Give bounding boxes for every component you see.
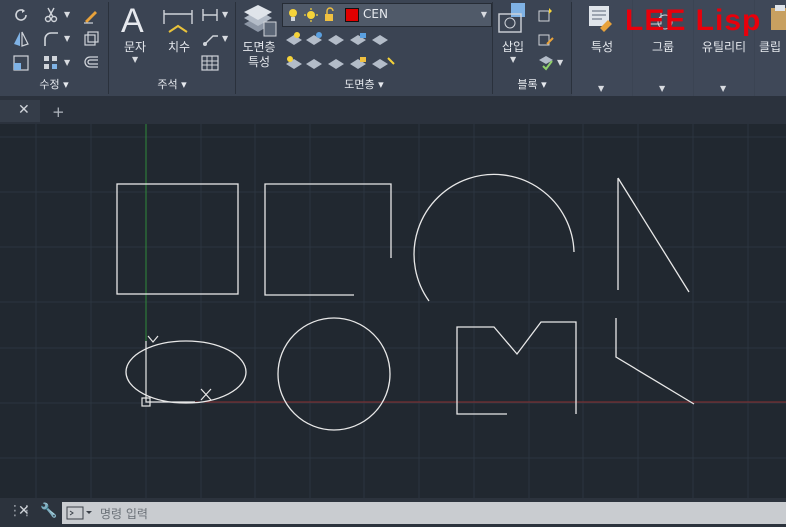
command-input[interactable]: [62, 502, 786, 524]
triangle-lines-shape[interactable]: [617, 177, 690, 293]
layer-combo-arrow[interactable]: ▼: [481, 10, 487, 19]
corner-lines-shape[interactable]: [615, 318, 695, 405]
rotate-icon[interactable]: [12, 6, 30, 24]
ellipse-shape[interactable]: [125, 340, 247, 404]
insert-label[interactable]: 삽입: [493, 38, 533, 55]
annotation-panel-label: 주석: [157, 78, 178, 91]
command-placeholder: 명령 입력: [100, 507, 148, 521]
trim-dropdown[interactable]: ▼: [64, 10, 70, 19]
modify-panel-label: 수정: [39, 78, 60, 91]
insert-dropdown[interactable]: ▼: [510, 55, 516, 64]
drawing-tab[interactable]: ✕: [0, 100, 40, 122]
clipboard-icon: [771, 5, 786, 30]
close-tab-icon[interactable]: ✕: [18, 102, 30, 118]
scale-icon[interactable]: [12, 54, 30, 72]
insert-block-icon[interactable]: [497, 2, 533, 36]
create-block-icon[interactable]: [537, 6, 555, 24]
fillet-icon[interactable]: [42, 30, 60, 48]
layer-properties-line2: 특성: [247, 55, 271, 69]
arc-shape[interactable]: [413, 173, 575, 302]
leader-dropdown[interactable]: ▼: [222, 34, 228, 43]
layers-panel-label: 도면층: [344, 78, 375, 91]
clipboard-label: 클립: [759, 40, 782, 54]
customize-wrench-icon[interactable]: 🔧: [40, 503, 57, 519]
edit-attribute-icon[interactable]: [537, 54, 555, 72]
modify-panel: ▼ ▼ ▼ 수정 ▾: [0, 0, 108, 96]
utilities-expand-arrow[interactable]: ▼: [720, 84, 726, 93]
layer-properties-line1: 도면층: [242, 40, 276, 54]
text-tool-label[interactable]: 문자: [115, 38, 155, 55]
layers-panel: 도면층 특성 CEN ▼ 도면층 ▾: [236, 0, 492, 96]
linear-dimension-icon[interactable]: [201, 6, 219, 24]
group-expand-arrow[interactable]: ▼: [659, 84, 665, 93]
utilities-label: 유틸리티: [701, 40, 747, 54]
notched-shape[interactable]: [456, 321, 577, 415]
erase-icon[interactable]: [82, 6, 100, 24]
drawing-viewport[interactable]: [0, 124, 786, 498]
drawing-canvas[interactable]: [0, 124, 786, 498]
explode-icon[interactable]: [82, 30, 100, 48]
trim-icon[interactable]: [42, 6, 60, 24]
text-dropdown[interactable]: ▼: [132, 55, 138, 64]
properties-expand-arrow[interactable]: ▼: [598, 84, 604, 93]
mirror-icon[interactable]: [12, 30, 30, 48]
layers-panel-title[interactable]: 도면층 ▾: [236, 76, 492, 94]
square-shape[interactable]: [116, 183, 239, 295]
open-rectangle-shape[interactable]: [264, 183, 392, 296]
new-tab-plus-icon[interactable]: +: [52, 103, 65, 121]
layer-color-swatch: [345, 8, 359, 22]
fillet-dropdown[interactable]: ▼: [64, 34, 70, 43]
properties-label: 특성: [590, 40, 614, 54]
block-panel: 삽입 ▼ ▼ 블록 ▾: [493, 0, 571, 96]
layer-properties-icon[interactable]: [242, 4, 278, 38]
layer-state-icons: [289, 7, 334, 22]
block-panel-title[interactable]: 블록 ▾: [493, 76, 571, 94]
layer-tools-row1-icons[interactable]: [284, 30, 404, 46]
annotation-panel: A 문자 ▼ 치수 ▼ ▼ 주석 ▾: [109, 0, 235, 96]
annotation-panel-title[interactable]: 주석 ▾: [109, 76, 235, 94]
grid-lines: [0, 124, 786, 498]
linear-dim-dropdown[interactable]: ▼: [222, 10, 228, 19]
dimension-label[interactable]: 치수: [159, 38, 199, 55]
close-command-icon[interactable]: ✕: [18, 503, 30, 519]
array-icon[interactable]: [42, 54, 60, 72]
offset-icon[interactable]: [82, 54, 100, 72]
layer-dropdown[interactable]: CEN ▼: [282, 3, 492, 27]
dimension-icon[interactable]: [161, 4, 195, 38]
properties-panel[interactable]: 특성 ▼: [572, 0, 632, 96]
file-tab-bar: [0, 96, 786, 124]
lee-lisp-brand: LEE Lisp: [625, 4, 762, 37]
array-dropdown[interactable]: ▼: [64, 58, 70, 67]
edit-block-icon[interactable]: [537, 30, 555, 48]
attribute-dropdown[interactable]: ▼: [557, 58, 563, 67]
ribbon: ▼ ▼ ▼ 수정 ▾ A 문자 ▼ 치수 ▼ ▼ 주석 ▾ 도면층 특성 CEN…: [0, 0, 786, 96]
layer-properties-label[interactable]: 도면층 특성: [236, 40, 282, 70]
text-tool-icon[interactable]: A: [121, 2, 144, 41]
group-label: 그룹: [651, 40, 675, 54]
properties-icon: [589, 6, 612, 32]
modify-panel-title[interactable]: 수정 ▾: [0, 76, 108, 94]
leader-icon[interactable]: [201, 30, 219, 48]
layer-name: CEN: [363, 7, 388, 21]
block-panel-label: 블록: [517, 78, 538, 91]
circle-shape[interactable]: [277, 317, 391, 431]
layer-tools-row2-icons[interactable]: [284, 54, 404, 70]
table-icon[interactable]: [201, 54, 219, 72]
command-history-icon[interactable]: [66, 506, 92, 520]
